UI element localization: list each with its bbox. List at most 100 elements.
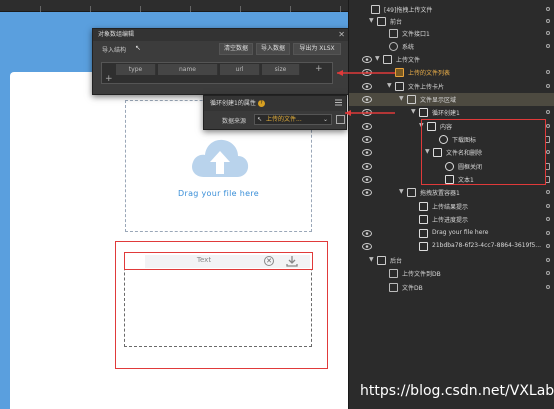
data-table[interactable]: type name url size + + bbox=[101, 62, 333, 84]
eye-icon[interactable] bbox=[362, 136, 372, 143]
eye-icon[interactable] bbox=[362, 123, 372, 130]
close-icon[interactable]: ✕ bbox=[338, 29, 345, 41]
cloud-upload-icon bbox=[192, 139, 249, 177]
tree-node[interactable]: ▼ 文件显示区域 bbox=[349, 93, 554, 106]
eye-icon[interactable] bbox=[362, 189, 372, 196]
tree-node-label: 上传进度提示 bbox=[432, 217, 469, 224]
file-name-text: Text bbox=[196, 256, 212, 264]
tree-node-label: 文件上传卡片 bbox=[408, 84, 445, 91]
import-structure-label: 导入结构 bbox=[102, 47, 127, 54]
dot-icon[interactable] bbox=[546, 244, 550, 248]
highlight-box bbox=[421, 119, 546, 185]
tree-node[interactable]: 上传进度提示 bbox=[349, 213, 554, 226]
dot-icon[interactable] bbox=[546, 110, 550, 114]
eye-icon[interactable] bbox=[362, 149, 372, 156]
dot-icon[interactable] bbox=[546, 285, 550, 289]
add-row-icon[interactable]: + bbox=[105, 75, 113, 84]
expand-arrow-icon[interactable]: ▼ bbox=[369, 17, 374, 24]
dot-icon[interactable] bbox=[546, 84, 550, 88]
tree-node-label: 文件显示区域 bbox=[420, 97, 457, 104]
tree-node[interactable]: ▼ 后台 bbox=[349, 254, 554, 267]
properties-title: 循环创建1的属性? bbox=[204, 96, 346, 111]
expand-arrow-icon[interactable]: ▼ bbox=[399, 95, 404, 102]
column-header[interactable]: size bbox=[262, 64, 300, 75]
column-header[interactable]: type bbox=[116, 64, 156, 75]
expand-arrow-icon[interactable]: ▼ bbox=[399, 188, 404, 195]
screen-icon bbox=[371, 5, 380, 14]
tree-node[interactable]: 系统 bbox=[349, 40, 554, 53]
export-xlsx-button[interactable]: 导出为 XLSX bbox=[293, 43, 341, 55]
data-source-select[interactable]: ↖ 上传的文件... ⌄ bbox=[254, 114, 332, 125]
data-source-value: 上传的文件... bbox=[266, 116, 302, 123]
column-header[interactable]: name bbox=[158, 64, 218, 75]
dot-icon[interactable] bbox=[546, 70, 550, 74]
text-icon bbox=[419, 215, 428, 224]
layer-tree-panel[interactable]: [49]拖拽上传文件 ▼ 前台 文件接口1 系统 ▼ 上传文件 上传的文件列表 ▼ 文件上传卡片 ▼… bbox=[348, 0, 554, 409]
dot-icon[interactable] bbox=[546, 190, 550, 194]
object-data-editor-dialog[interactable]: 对象数组编辑 ✕ 导入结构 ↖ 清空数据 导入数据 导出为 XLSX type … bbox=[92, 28, 350, 95]
tree-node-label: 文件接口1 bbox=[402, 31, 430, 38]
tree-node-label: 上传结果提示 bbox=[432, 204, 469, 211]
list-icon bbox=[395, 68, 404, 77]
expand-arrow-icon[interactable]: ▼ bbox=[387, 82, 392, 89]
dialog-title: 对象数组编辑 ✕ bbox=[93, 29, 349, 41]
eye-icon[interactable] bbox=[362, 69, 372, 76]
link-icon[interactable] bbox=[336, 115, 345, 124]
chevron-down-icon: ⌄ bbox=[322, 116, 328, 123]
eye-icon[interactable] bbox=[362, 163, 372, 170]
download-icon[interactable] bbox=[286, 255, 298, 267]
dot-icon[interactable] bbox=[546, 124, 550, 128]
pointer-icon[interactable]: ↖ bbox=[135, 44, 141, 52]
tree-node[interactable]: ▼ 拖拽放置容器1 bbox=[349, 186, 554, 199]
dot-icon[interactable] bbox=[546, 150, 550, 154]
home-icon bbox=[377, 256, 386, 265]
tree-node-label: 后台 bbox=[390, 258, 403, 265]
tree-node[interactable]: 文件接口1 bbox=[349, 27, 554, 40]
eye-icon[interactable] bbox=[362, 230, 372, 237]
eye-icon[interactable] bbox=[362, 176, 372, 183]
tree-node[interactable]: ▼ 上传文件 bbox=[349, 53, 554, 66]
loop-properties-panel[interactable]: 循环创建1的属性? 数据来源 ↖ 上传的文件... ⌄ bbox=[203, 95, 347, 130]
tree-node[interactable]: 上传的文件列表 bbox=[349, 66, 554, 79]
add-column-icon[interactable]: + bbox=[315, 65, 323, 74]
tree-node[interactable]: 文件DB bbox=[349, 281, 554, 294]
import-data-button[interactable]: 导入数据 bbox=[256, 43, 290, 55]
dot-icon[interactable] bbox=[546, 204, 550, 208]
text-icon bbox=[419, 202, 428, 211]
expand-arrow-icon[interactable]: ▼ bbox=[411, 108, 416, 115]
dot-icon[interactable] bbox=[546, 19, 550, 23]
tree-node[interactable]: 上传结果提示 bbox=[349, 200, 554, 213]
eye-icon[interactable] bbox=[362, 109, 372, 116]
dot-icon[interactable] bbox=[546, 271, 550, 275]
dot-icon[interactable] bbox=[546, 44, 550, 48]
expand-arrow-icon[interactable]: ▼ bbox=[375, 55, 380, 62]
eye-icon[interactable] bbox=[362, 83, 372, 90]
column-header[interactable]: url bbox=[220, 64, 260, 75]
dot-icon[interactable] bbox=[546, 231, 550, 235]
pointer-icon: ↖ bbox=[257, 116, 263, 123]
card-icon bbox=[407, 95, 416, 104]
dot-icon[interactable] bbox=[546, 31, 550, 35]
drag-hint-text: Drag your file here bbox=[178, 189, 259, 198]
phone-icon bbox=[383, 55, 392, 64]
eye-icon[interactable] bbox=[362, 96, 372, 103]
menu-icon[interactable] bbox=[335, 99, 342, 106]
tree-node[interactable]: 21bdba78-6f23-4cc7-8864-3619f5... bbox=[349, 240, 554, 253]
text-icon bbox=[419, 229, 428, 238]
tree-node[interactable]: ▼ 文件上传卡片 bbox=[349, 80, 554, 93]
tree-node[interactable]: ▼ 循环创建1 bbox=[349, 106, 554, 119]
close-circle-icon[interactable]: ✕ bbox=[264, 256, 274, 266]
dot-icon[interactable] bbox=[546, 258, 550, 262]
tree-node[interactable]: Drag your file here bbox=[349, 227, 554, 240]
tree-node-label: 21bdba78-6f23-4cc7-8864-3619f5... bbox=[432, 242, 542, 249]
help-icon[interactable]: ? bbox=[257, 100, 265, 107]
eye-icon[interactable] bbox=[362, 243, 372, 250]
eye-icon[interactable] bbox=[362, 56, 372, 63]
tree-node-label: 上传文件 bbox=[396, 57, 421, 64]
dot-icon[interactable] bbox=[546, 7, 550, 11]
file-list-item[interactable]: Text ✕ bbox=[124, 252, 313, 270]
tree-node[interactable]: 上传文件到DB bbox=[349, 267, 554, 280]
dot-icon[interactable] bbox=[546, 217, 550, 221]
expand-arrow-icon[interactable]: ▼ bbox=[369, 256, 374, 263]
clear-data-button[interactable]: 清空数据 bbox=[219, 43, 253, 55]
